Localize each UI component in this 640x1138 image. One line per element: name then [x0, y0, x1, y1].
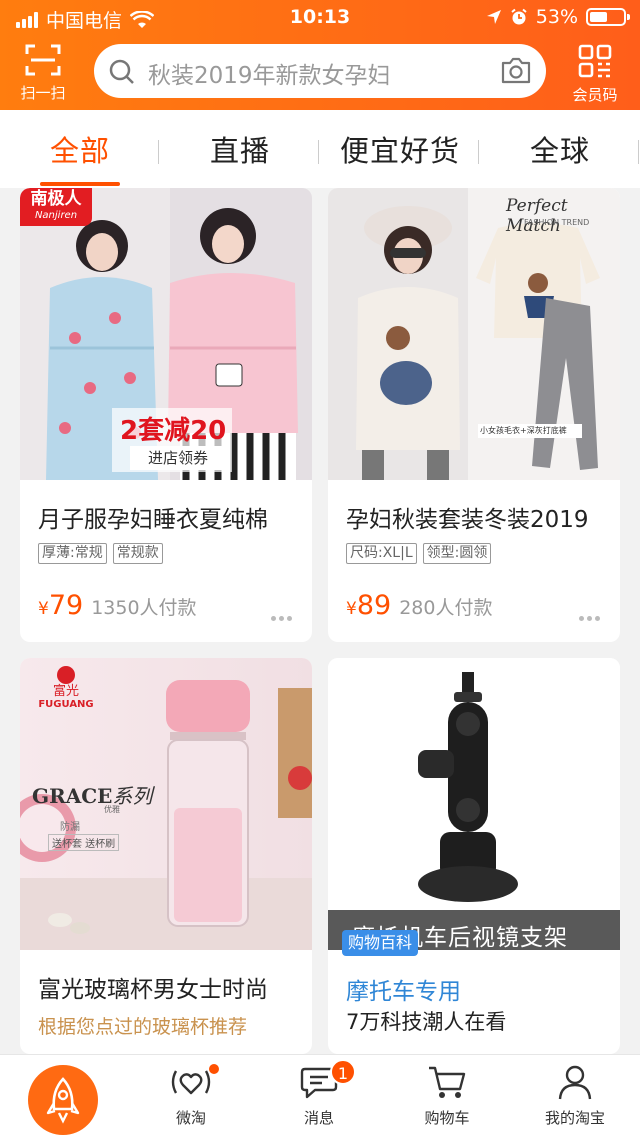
product-price: 89	[356, 590, 392, 621]
product-tags: 尺码:XL|L 领型:圆领	[346, 542, 497, 564]
product-title: 富光玻璃杯男女士时尚	[38, 977, 268, 1003]
promo-coupon-label: 进店领券	[130, 446, 226, 470]
nav-label: 消息	[303, 1109, 334, 1127]
currency-symbol: ¥	[38, 599, 49, 619]
product-title: 摩托车专用	[346, 979, 461, 1005]
notification-dot	[208, 1063, 220, 1075]
nav-weitao[interactable]: 微淘	[146, 1063, 236, 1128]
tab-live[interactable]: 直播	[210, 128, 270, 170]
tab-all[interactable]: 全部	[50, 128, 110, 170]
more-options-icon[interactable]	[576, 606, 600, 625]
price-row: ¥ 89 280人付款	[346, 590, 492, 621]
image-note: 小女孩毛衣+深灰打底裤	[480, 426, 567, 435]
search-icon	[109, 59, 134, 84]
user-icon	[558, 1065, 592, 1100]
product-card[interactable]: 摩托机车后视镜支架 购物百科 摩托车专用 7万科技潮人在看	[328, 658, 620, 1054]
message-count-badge: 1	[330, 1059, 356, 1085]
nav-cart[interactable]: 购物车	[402, 1063, 492, 1128]
product-image	[328, 658, 620, 950]
series-small-label: 优雅	[104, 805, 120, 814]
search-placeholder: 秋装2019年新款女孕妇	[148, 63, 391, 89]
product-tags: 厚薄:常规 常规款	[38, 542, 169, 564]
nav-messages[interactable]: 1 消息	[274, 1059, 364, 1128]
tab-divider	[478, 140, 479, 164]
member-code-button[interactable]: 会员码	[564, 44, 626, 105]
nav-home-button[interactable]	[28, 1065, 98, 1135]
bottom-navigation: 微淘 1 消息 购物车 我的淘宝	[0, 1054, 640, 1138]
tab-active-indicator	[40, 182, 120, 186]
tab-divider	[638, 140, 639, 164]
promo-label: 2套减20	[120, 416, 227, 446]
feature-label: 防漏	[60, 822, 80, 833]
product-tag: 常规款	[112, 543, 163, 564]
viewer-count: 7万科技潮人在看	[346, 1010, 507, 1034]
scan-button[interactable]: 扫一扫	[14, 44, 72, 103]
product-card[interactable]: 富光 FUGUANG GRACE系列 优雅 防漏 送杯套 送杯刷 富光玻璃杯男女…	[20, 658, 312, 1054]
shopping-encyclopedia-badge: 购物百科	[342, 930, 419, 956]
product-title: 孕妇秋装套装冬装2019	[346, 507, 589, 533]
product-tag: 尺码:XL|L	[346, 543, 417, 564]
location-arrow-icon	[486, 10, 501, 24]
product-tag: 领型:圆领	[422, 543, 492, 564]
recommend-reason: 根据您点过的玻璃杯推荐	[38, 1016, 248, 1038]
brand-logo: 富光 FUGUANG	[34, 666, 98, 710]
product-tag: 厚薄:常规	[38, 543, 107, 564]
currency-symbol: ¥	[346, 599, 357, 619]
search-input[interactable]: 秋装2019年新款女孕妇	[94, 44, 546, 98]
scan-label: 扫一扫	[20, 84, 66, 102]
tab-cheap-goods[interactable]: 便宜好货	[340, 128, 460, 170]
brand-logo: 南极人 Nanjiren	[20, 188, 92, 226]
tab-global[interactable]: 全球	[530, 128, 590, 170]
gift-label: 送杯套 送杯刷	[48, 834, 120, 851]
product-card[interactable]: 南极人 Nanjiren 2套减20 进店领券 月子服孕妇睡衣夏纯棉 厚薄:常规…	[20, 188, 312, 642]
rocket-icon	[46, 1077, 80, 1124]
product-price: 79	[48, 590, 84, 621]
series-title: GRACE系列	[32, 784, 153, 808]
alarm-icon	[511, 8, 527, 25]
camera-icon[interactable]	[500, 55, 532, 85]
sales-count: 1350人付款	[91, 597, 197, 619]
scan-icon	[25, 44, 61, 76]
nav-label: 微淘	[175, 1109, 206, 1127]
battery-icon	[586, 8, 630, 26]
app-header: 中国电信 10:13 53% 扫一扫 秋装2019年新款女孕妇 会员码	[0, 0, 640, 110]
status-bar: 中国电信 10:13 53%	[0, 0, 640, 36]
price-row: ¥ 79 1350人付款	[38, 590, 197, 621]
category-tabs: 全部 直播 便宜好货 全球	[0, 110, 640, 188]
tab-divider	[318, 140, 319, 164]
cart-icon	[429, 1066, 466, 1098]
member-code-label: 会员码	[572, 86, 618, 104]
nav-label: 购物车	[424, 1109, 470, 1127]
nav-my-taobao[interactable]: 我的淘宝	[530, 1063, 620, 1128]
product-title: 月子服孕妇睡衣夏纯棉	[38, 507, 268, 533]
image-subcaption: FASHION TREND	[524, 218, 590, 227]
sales-count: 280人付款	[399, 597, 493, 619]
member-code-icon	[578, 44, 612, 78]
more-options-icon[interactable]	[268, 606, 292, 625]
nav-label: 我的淘宝	[544, 1109, 605, 1127]
image-caption: Perfect Match	[506, 196, 568, 236]
battery-percent: 53%	[535, 6, 578, 28]
product-card[interactable]: Perfect Match FASHION TREND 小女孩毛衣+深灰打底裤 …	[328, 188, 620, 642]
tab-divider	[158, 140, 159, 164]
